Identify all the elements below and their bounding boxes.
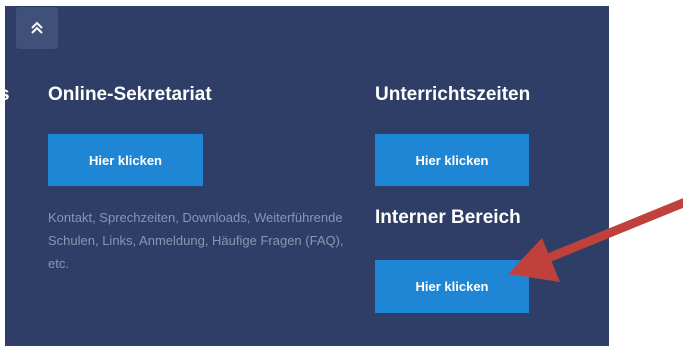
online-sekretariat-title: Online-Sekretariat: [48, 84, 212, 105]
online-sekretariat-description: Kontakt, Sprechzeiten, Downloads, Weiter…: [48, 210, 344, 271]
double-chevron-up-icon: [31, 21, 43, 34]
unterrichtszeiten-button[interactable]: Hier klicken: [375, 134, 529, 186]
scroll-to-top-button[interactable]: [16, 7, 58, 49]
unterrichtszeiten-title: Unterrichtszeiten: [375, 84, 531, 105]
online-sekretariat-button[interactable]: Hier klicken: [48, 134, 203, 186]
clipped-section-title: s: [0, 84, 10, 105]
interner-bereich-title: Interner Bereich: [375, 207, 521, 228]
interner-bereich-button[interactable]: Hier klicken: [375, 260, 529, 313]
